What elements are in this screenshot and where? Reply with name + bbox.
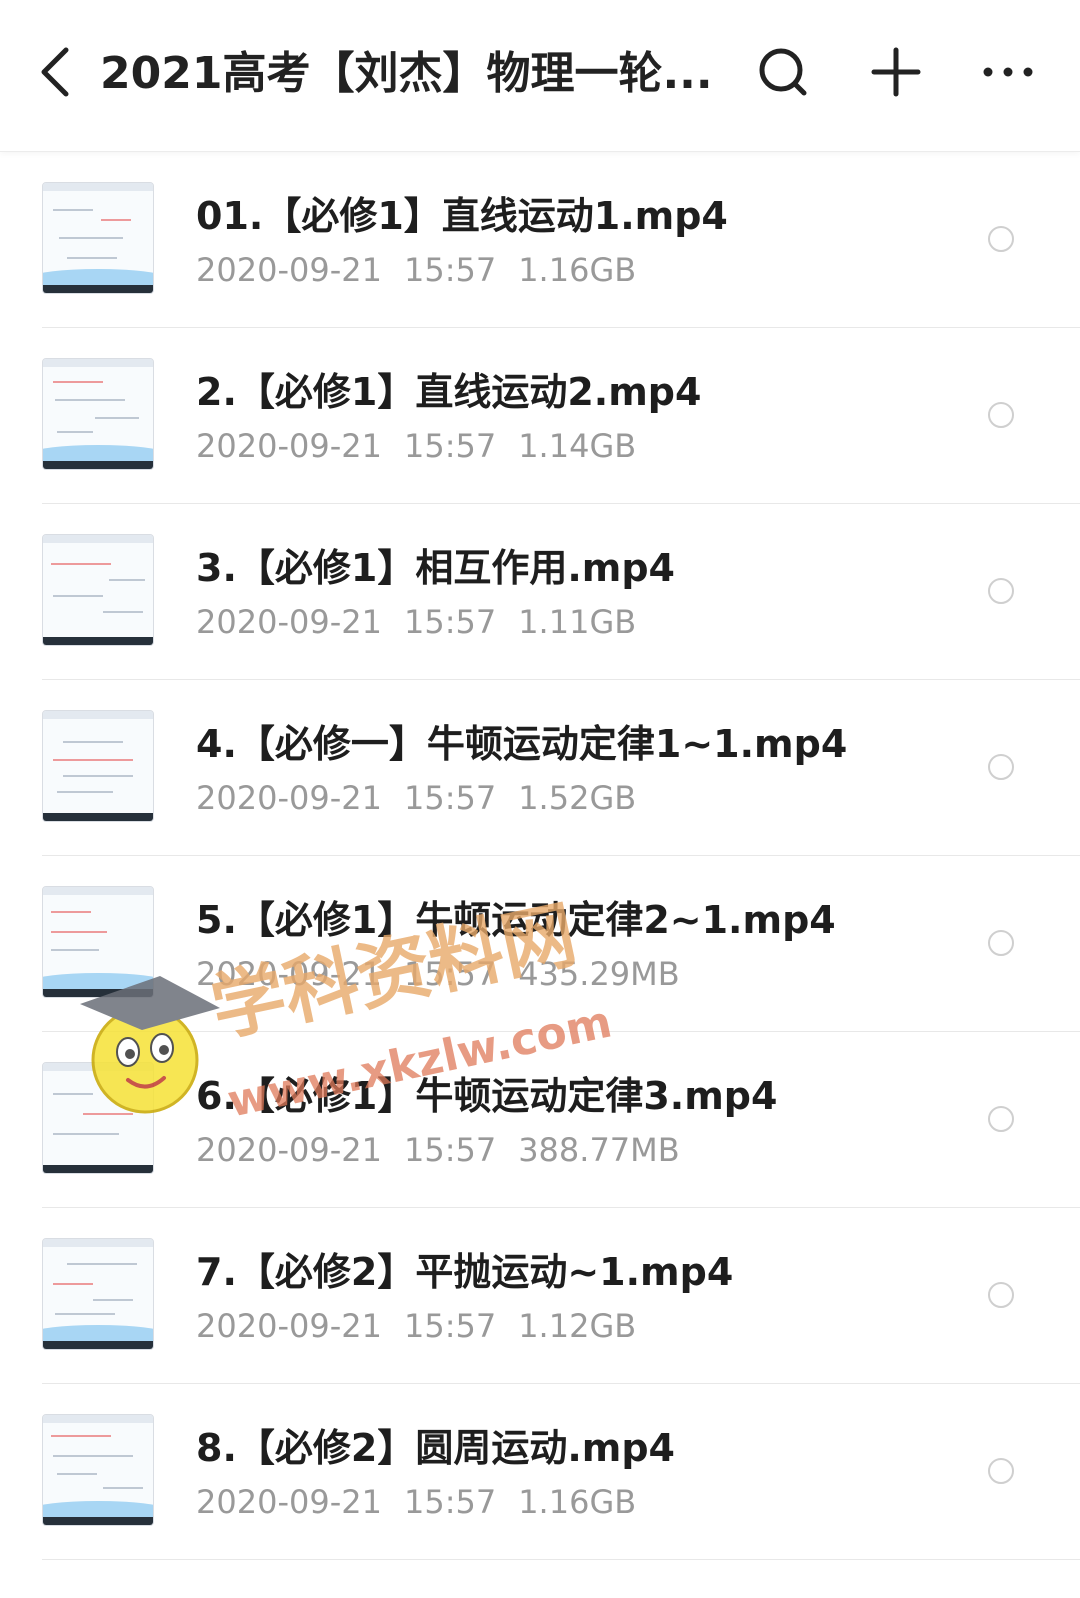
file-name: 8.【必修2】圆周运动.mp4 <box>196 1426 675 1470</box>
search-button[interactable] <box>752 40 816 104</box>
file-size: 1.12GB <box>518 1307 637 1345</box>
add-button[interactable] <box>864 40 928 104</box>
file-date: 2020-09-21 <box>196 1483 382 1521</box>
file-date: 2020-09-21 <box>196 427 382 465</box>
file-meta: 2020-09-21 15:57 1.11GB <box>196 600 658 644</box>
back-button[interactable] <box>30 40 86 104</box>
file-size: 1.11GB <box>518 603 637 641</box>
file-meta: 2020-09-21 15:57 1.14GB <box>196 424 658 468</box>
select-radio[interactable] <box>988 1282 1014 1308</box>
select-radio[interactable] <box>988 930 1014 956</box>
file-name: 3.【必修1】相互作用.mp4 <box>196 546 675 590</box>
file-time: 15:57 <box>403 1483 497 1521</box>
more-icon <box>983 67 1033 77</box>
video-thumbnail <box>42 1062 154 1174</box>
file-size: 435.29MB <box>518 955 680 993</box>
video-thumbnail <box>42 710 154 822</box>
file-date: 2020-09-21 <box>196 779 382 817</box>
file-meta: 2020-09-21 15:57 388.77MB <box>196 1128 702 1172</box>
search-icon <box>759 48 807 96</box>
file-meta: 2020-09-21 15:57 1.52GB <box>196 776 658 820</box>
divider <box>42 1559 1080 1560</box>
file-date: 2020-09-21 <box>196 955 382 993</box>
file-time: 15:57 <box>403 427 497 465</box>
file-row[interactable]: 4.【必修一】牛顿运动定律1~1.mp4 2020-09-21 15:57 1.52… <box>0 680 1080 856</box>
top-bar: 2021高考【刘杰】物理一轮... <box>0 0 1080 152</box>
video-thumbnail <box>42 1238 154 1350</box>
file-time: 15:57 <box>403 251 497 289</box>
file-row[interactable]: 5.【必修1】牛顿运动定律2~1.mp4 2020-09-21 15:57 435.… <box>0 856 1080 1032</box>
back-arrow-icon <box>41 47 69 97</box>
file-name: 6.【必修1】牛顿运动定律3.mp4 <box>196 1074 778 1118</box>
file-size: 1.52GB <box>518 779 637 817</box>
file-time: 15:57 <box>403 603 497 641</box>
file-row[interactable]: 2.【必修1】直线运动2.mp4 2020-09-21 15:57 1.14GB <box>0 328 1080 504</box>
file-row[interactable]: 6.【必修1】牛顿运动定律3.mp4 2020-09-21 15:57 388.77… <box>0 1032 1080 1208</box>
select-radio[interactable] <box>988 1106 1014 1132</box>
file-date: 2020-09-21 <box>196 1307 382 1345</box>
file-name: 7.【必修2】平抛运动~1.mp4 <box>196 1250 734 1294</box>
file-name: 4.【必修一】牛顿运动定律1~1.mp4 <box>196 722 848 766</box>
file-meta: 2020-09-21 15:57 1.16GB <box>196 248 658 292</box>
file-list: 01.【必修1】直线运动1.mp4 2020-09-21 15:57 1.16GB … <box>0 152 1080 1560</box>
file-time: 15:57 <box>403 1307 497 1345</box>
file-time: 15:57 <box>403 1131 497 1169</box>
file-size: 1.14GB <box>518 427 637 465</box>
file-time: 15:57 <box>403 779 497 817</box>
more-button[interactable] <box>976 40 1040 104</box>
file-row[interactable]: 7.【必修2】平抛运动~1.mp4 2020-09-21 15:57 1.12GB <box>0 1208 1080 1384</box>
select-radio[interactable] <box>988 402 1014 428</box>
file-time: 15:57 <box>403 955 497 993</box>
file-row[interactable]: 8.【必修2】圆周运动.mp4 2020-09-21 15:57 1.16GB <box>0 1384 1080 1560</box>
folder-title: 2021高考【刘杰】物理一轮... <box>100 48 713 99</box>
file-name: 5.【必修1】牛顿运动定律2~1.mp4 <box>196 898 836 942</box>
file-size: 1.16GB <box>518 251 637 289</box>
video-thumbnail <box>42 1414 154 1526</box>
file-date: 2020-09-21 <box>196 603 382 641</box>
file-size: 388.77MB <box>518 1131 680 1169</box>
video-thumbnail <box>42 534 154 646</box>
file-name: 01.【必修1】直线运动1.mp4 <box>196 194 728 238</box>
file-date: 2020-09-21 <box>196 251 382 289</box>
video-thumbnail <box>42 358 154 470</box>
video-thumbnail <box>42 886 154 998</box>
file-name: 2.【必修1】直线运动2.mp4 <box>196 370 702 414</box>
file-row[interactable]: 3.【必修1】相互作用.mp4 2020-09-21 15:57 1.11GB <box>0 504 1080 680</box>
file-meta: 2020-09-21 15:57 1.12GB <box>196 1304 658 1348</box>
select-radio[interactable] <box>988 1458 1014 1484</box>
file-date: 2020-09-21 <box>196 1131 382 1169</box>
select-radio[interactable] <box>988 754 1014 780</box>
video-thumbnail <box>42 182 154 294</box>
plus-icon <box>871 47 921 97</box>
select-radio[interactable] <box>988 226 1014 252</box>
select-radio[interactable] <box>988 578 1014 604</box>
file-meta: 2020-09-21 15:57 1.16GB <box>196 1480 658 1524</box>
file-meta: 2020-09-21 15:57 435.29MB <box>196 952 702 996</box>
file-size: 1.16GB <box>518 1483 637 1521</box>
file-row[interactable]: 01.【必修1】直线运动1.mp4 2020-09-21 15:57 1.16GB <box>0 152 1080 328</box>
